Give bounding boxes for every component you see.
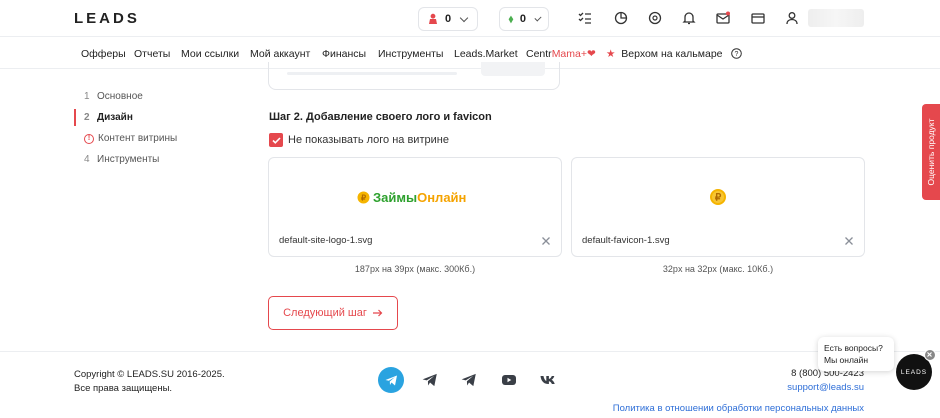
svg-text:₽: ₽ <box>715 193 722 204</box>
contacts: 8 (800) 500-2423 support@leads.su <box>787 367 864 395</box>
balance-counter-1: 0 <box>445 13 452 25</box>
step-design[interactable]: 2 Дизайн <box>74 107 177 128</box>
step-tools[interactable]: 4 Инструменты <box>74 149 177 170</box>
nav-finance[interactable]: Финансы <box>322 48 366 60</box>
close-icon <box>927 352 932 357</box>
nav-leads-market[interactable]: Leads.Market <box>454 48 518 60</box>
balance-counter-2: 0 <box>519 13 527 25</box>
chat-line-1: Есть вопросы? <box>824 343 883 353</box>
youtube-link[interactable] <box>496 367 522 393</box>
heart-icon: ❤ <box>587 48 596 60</box>
step-number: 4 <box>84 154 90 165</box>
step-label: Контент витрины <box>98 133 178 144</box>
step-number: 1 <box>84 91 90 102</box>
account-name-placeholder[interactable] <box>808 9 864 27</box>
centr-suffix: Mama+ <box>551 48 587 60</box>
close-icon[interactable] <box>541 236 551 246</box>
previous-section-card <box>268 62 560 90</box>
youtube-icon <box>502 375 516 385</box>
chevron-down-icon <box>534 13 542 22</box>
coin-icon: ₽ <box>357 191 370 204</box>
nav-promo[interactable]: ★ Верхом на кальмаре <box>606 48 723 60</box>
statistics-icon[interactable] <box>614 11 628 25</box>
copyright-text: Copyright © LEADS.SU 2016-2025. <box>74 369 225 380</box>
centr-prefix: Centr <box>526 48 552 60</box>
input-button[interactable] <box>481 62 545 76</box>
logo-preview: ₽ ЗаймыОнлайн <box>357 190 466 205</box>
logo-size-hint: 187px на 39px (макс. 300Кб.) <box>354 264 476 274</box>
favicon-filename: default-favicon-1.svg <box>582 235 670 246</box>
logo-text-green: Займы <box>373 190 418 205</box>
telegram-icon <box>422 373 437 387</box>
nav-tools[interactable]: Инструменты <box>378 48 443 60</box>
nav-my-links[interactable]: Мои ссылки <box>181 48 239 60</box>
user-icon[interactable] <box>785 11 799 25</box>
mail-icon[interactable] <box>716 11 730 25</box>
footer: Copyright © LEADS.SU 2016-2025. Все прав… <box>0 351 940 418</box>
star-icon: ★ <box>606 48 616 60</box>
support-email[interactable]: support@leads.su <box>787 381 864 395</box>
telegram-icon <box>461 373 476 387</box>
tasks-list-icon[interactable] <box>578 11 592 25</box>
logo-text-orange: Онлайн <box>417 190 467 205</box>
arrow-right-icon <box>372 309 383 317</box>
rate-product-tab[interactable]: Оценить продукт <box>922 104 940 200</box>
nav-offers[interactable]: Офферы <box>81 48 126 60</box>
balance-dropdown-1[interactable]: 0 <box>418 7 478 31</box>
bell-icon[interactable] <box>682 11 696 25</box>
top-bar: LEADS 0 0 <box>0 0 940 37</box>
section-title: Шаг 2. Добавление своего лого и favicon <box>269 111 492 123</box>
balance-dropdown-2[interactable]: 0 <box>499 7 549 31</box>
next-step-button[interactable]: Следующий шаг <box>268 296 398 330</box>
telegram-channel-link[interactable] <box>417 367 443 393</box>
input-underline <box>287 72 457 75</box>
step-label: Инструменты <box>97 154 160 165</box>
privacy-policy-link[interactable]: Политика в отношении обработки персональ… <box>613 403 864 414</box>
next-step-label: Следующий шаг <box>283 307 367 319</box>
vk-icon <box>540 376 555 384</box>
logo-filename: default-site-logo-1.svg <box>279 235 373 246</box>
help-icon[interactable]: ? <box>731 48 742 59</box>
chat-bubble[interactable]: Есть вопросы? Мы онлайн <box>818 337 894 371</box>
person-icon <box>429 13 437 24</box>
step-label: Дизайн <box>97 112 133 123</box>
chat-line-2: Мы онлайн <box>824 355 869 365</box>
nav-promo-label: Верхом на кальмаре <box>621 48 723 60</box>
rate-product-label: Оценить продукт <box>926 118 936 186</box>
logo-upload-card[interactable]: ₽ ЗаймыОнлайн default-site-logo-1.svg <box>268 157 562 257</box>
step-number: 2 <box>84 112 90 123</box>
copyright: Copyright © LEADS.SU 2016-2025. Все прав… <box>74 368 225 396</box>
hide-logo-option[interactable]: Не показывать лого на витрине <box>269 133 449 147</box>
telegram-chat-link[interactable] <box>456 367 482 393</box>
rights-text: Все права защищены. <box>74 383 173 394</box>
chat-close-button[interactable] <box>924 349 936 361</box>
hide-logo-checkbox[interactable] <box>269 133 283 147</box>
step-content[interactable]: ! Контент витрины <box>74 128 177 149</box>
warning-icon: ! <box>84 133 94 144</box>
support-icon[interactable] <box>648 11 662 25</box>
step-label: Основное <box>97 91 143 102</box>
leads-logo[interactable]: LEADS <box>74 10 140 27</box>
close-icon[interactable] <box>844 236 854 246</box>
nav-centr-mama[interactable]: CentrMama+❤ <box>526 48 596 60</box>
chevron-down-icon <box>459 13 469 22</box>
hide-logo-label: Не показывать лого на витрине <box>288 134 449 146</box>
check-icon <box>271 136 281 144</box>
svg-text:?: ? <box>735 51 739 58</box>
wallet-icon[interactable] <box>751 11 765 25</box>
steps-sidebar: 1 Основное 2 Дизайн ! Контент витрины 4 Инст… <box>74 86 177 170</box>
telegram-icon <box>385 375 397 385</box>
chat-button-label: LEADS <box>900 368 928 376</box>
crystal-icon <box>508 15 514 23</box>
favicon-coin-icon: ₽ <box>710 189 726 205</box>
nav-reports[interactable]: Отчеты <box>134 48 170 60</box>
vk-link[interactable] <box>535 367 561 393</box>
svg-text:₽: ₽ <box>361 194 366 203</box>
telegram-news-link[interactable] <box>378 367 404 393</box>
favicon-upload-card[interactable]: ₽ default-favicon-1.svg <box>571 157 865 257</box>
step-basic[interactable]: 1 Основное <box>74 86 177 107</box>
nav-my-account[interactable]: Мой аккаунт <box>250 48 310 60</box>
favicon-size-hint: 32px на 32px (макс. 10Кб.) <box>662 264 774 274</box>
